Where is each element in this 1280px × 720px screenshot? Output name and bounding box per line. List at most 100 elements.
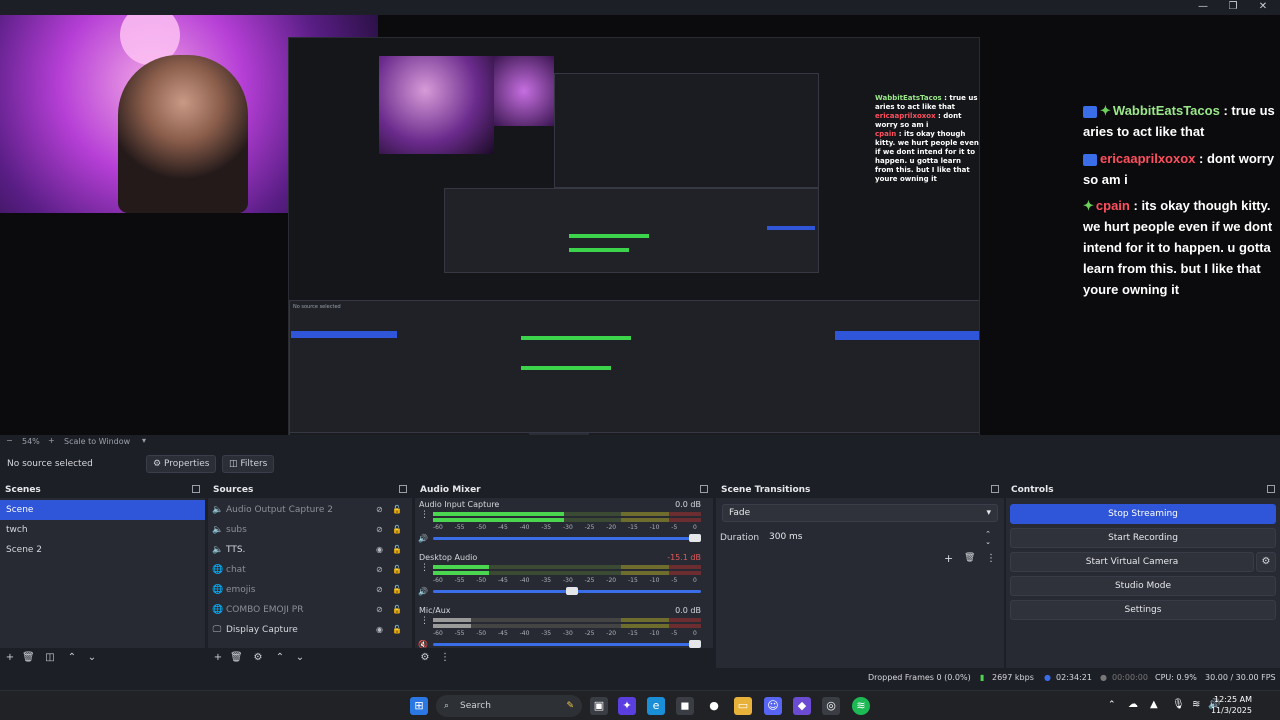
task-view-icon[interactable]: ▣ xyxy=(590,697,608,715)
scene-item[interactable]: twch xyxy=(0,520,205,540)
speaker-icon[interactable]: 🔊 xyxy=(418,534,428,543)
source-item[interactable]: 🔈 TTS. ◉ 🔓 xyxy=(208,540,412,560)
volume-knob[interactable] xyxy=(689,640,701,648)
start-recording-button[interactable]: Start Recording xyxy=(1010,528,1276,548)
app-icon[interactable]: ● xyxy=(705,697,723,715)
source-item[interactable]: 🔈 Audio Output Capture 2 ⊘ 🔓 xyxy=(208,500,412,520)
zoom-in-button[interactable]: + xyxy=(48,436,55,445)
source-item[interactable]: 🌐 emojis ⊘ 🔓 xyxy=(208,580,412,600)
obs-icon[interactable]: ◎ xyxy=(822,697,840,715)
advanced-audio-icon[interactable]: ⚙ xyxy=(419,652,431,664)
tray-app-icon[interactable]: ▲ xyxy=(1150,699,1158,710)
remove-source-icon[interactable]: 🗑 xyxy=(230,652,243,664)
eye-icon[interactable]: ◉ xyxy=(376,545,386,555)
close-button[interactable]: ✕ xyxy=(1248,0,1278,15)
minimize-button[interactable]: — xyxy=(1188,0,1218,15)
remove-scene-icon[interactable]: 🗑 xyxy=(22,652,35,664)
volume-slider[interactable] xyxy=(433,534,701,542)
gear-icon: ⚙ xyxy=(153,459,162,469)
wifi-icon[interactable]: ≋ xyxy=(1192,699,1200,710)
eye-hidden-icon[interactable]: ⊘ xyxy=(376,585,386,595)
edge-icon[interactable]: e xyxy=(647,697,665,715)
start-icon[interactable]: ⊞ xyxy=(410,697,428,715)
add-source-icon[interactable]: + xyxy=(212,652,224,664)
volume-slider[interactable] xyxy=(433,587,701,595)
mixer-menu-icon[interactable]: ⋮ xyxy=(439,652,451,664)
source-item[interactable]: 🌐 chat ⊘ 🔓 xyxy=(208,560,412,580)
move-up-icon[interactable]: ⌃ xyxy=(274,652,286,664)
tick-label: -10 xyxy=(649,577,660,584)
popout-icon[interactable] xyxy=(991,485,999,493)
tick-label: -25 xyxy=(584,577,595,584)
filters-button[interactable]: ◫ Filters xyxy=(222,455,275,473)
lock-icon[interactable]: 🔓 xyxy=(392,505,402,515)
taskbar-search[interactable]: ⌕ Search ✎ xyxy=(436,695,582,717)
eye-hidden-icon[interactable]: ⊘ xyxy=(376,505,386,515)
copilot-icon[interactable]: ✦ xyxy=(618,697,636,715)
tray-chevron-icon[interactable]: ⌃ xyxy=(1108,700,1116,710)
channel-menu-icon[interactable]: ⋮ xyxy=(420,563,429,573)
clock[interactable]: 12:25 AM 11/3/2025 xyxy=(1202,694,1252,716)
scene-item[interactable]: Scene 2 xyxy=(0,540,205,560)
move-up-icon[interactable]: ⌃ xyxy=(66,652,78,664)
discord-icon[interactable]: ☺ xyxy=(764,697,782,715)
source-properties-icon[interactable]: ⚙ xyxy=(252,652,264,664)
lock-icon[interactable]: 🔓 xyxy=(392,525,402,535)
volume-slider[interactable] xyxy=(433,640,701,648)
duration-input[interactable]: 300 ms ⌃ ⌄ xyxy=(762,528,998,546)
speaker-icon[interactable]: 🔊 xyxy=(418,587,428,596)
properties-button[interactable]: ⚙ Properties xyxy=(146,455,217,473)
spotify-icon[interactable]: ≋ xyxy=(852,697,870,715)
source-item[interactable]: 🔈 subs ⊘ 🔓 xyxy=(208,520,412,540)
popout-icon[interactable] xyxy=(700,485,708,493)
start-virtual-camera-button[interactable]: Start Virtual Camera xyxy=(1010,552,1254,572)
zoom-out-button[interactable]: − xyxy=(6,436,13,445)
tick-label: -50 xyxy=(476,524,487,531)
studio-mode-button[interactable]: Studio Mode xyxy=(1010,576,1276,596)
mic-icon[interactable]: 🎙 xyxy=(1172,699,1185,710)
popout-icon[interactable] xyxy=(1267,485,1275,493)
preview-canvas[interactable]: No source selected WabbitEatsTacos : tru… xyxy=(0,15,1280,445)
signal-icon: ▮ xyxy=(980,673,985,682)
settings-button[interactable]: Settings xyxy=(1010,600,1276,620)
volume-knob[interactable] xyxy=(565,587,578,595)
maximize-button[interactable]: ❐ xyxy=(1218,0,1248,15)
stop-streaming-button[interactable]: Stop Streaming xyxy=(1010,504,1276,524)
scene-item[interactable]: Scene xyxy=(0,500,205,520)
spin-down-icon[interactable]: ⌄ xyxy=(985,534,991,550)
virtual-camera-settings-icon[interactable]: ⚙ xyxy=(1256,552,1276,572)
move-down-icon[interactable]: ⌄ xyxy=(86,652,98,664)
source-item[interactable]: 🌐 COMBO EMOJI PR ⊘ 🔓 xyxy=(208,600,412,620)
transition-select[interactable]: Fade ▾ xyxy=(722,504,998,522)
popout-icon[interactable] xyxy=(192,485,200,493)
tick-label: -40 xyxy=(519,630,530,637)
lock-icon[interactable]: 🔓 xyxy=(392,585,402,595)
lock-icon[interactable]: 🔓 xyxy=(392,625,402,635)
filter-scene-icon[interactable]: ◫ xyxy=(44,652,56,664)
eye-hidden-icon[interactable]: ⊘ xyxy=(376,565,386,575)
app2-icon[interactable]: ◆ xyxy=(793,697,811,715)
scale-mode-select[interactable]: Scale to Window xyxy=(64,437,130,446)
volume-knob[interactable] xyxy=(689,534,701,542)
lock-icon[interactable]: 🔓 xyxy=(392,565,402,575)
source-item[interactable]: 🖵 Display Capture ◉ 🔓 xyxy=(208,620,412,640)
channel-menu-icon[interactable]: ⋮ xyxy=(420,510,429,520)
popout-icon[interactable] xyxy=(399,485,407,493)
transition-menu-icon[interactable]: ⋮ xyxy=(986,553,996,564)
add-scene-icon[interactable]: + xyxy=(4,652,16,664)
monitor-icon: 🖵 xyxy=(212,625,222,635)
lock-icon[interactable]: 🔓 xyxy=(392,605,402,615)
cloud-icon[interactable]: ☁ xyxy=(1128,699,1138,710)
file-explorer-icon[interactable]: ▭ xyxy=(734,697,752,715)
eye-hidden-icon[interactable]: ⊘ xyxy=(376,525,386,535)
add-transition-icon[interactable]: + xyxy=(944,552,953,565)
eye-icon[interactable]: ◉ xyxy=(376,625,386,635)
eye-hidden-icon[interactable]: ⊘ xyxy=(376,605,386,615)
remove-transition-icon[interactable]: 🗑 xyxy=(964,553,975,563)
audio-mixer-title: Audio Mixer xyxy=(415,482,713,498)
lock-icon[interactable]: 🔓 xyxy=(392,545,402,555)
scale-dropdown-icon[interactable]: ▾ xyxy=(142,436,146,445)
store-icon[interactable]: ◼ xyxy=(676,697,694,715)
move-down-icon[interactable]: ⌄ xyxy=(294,652,306,664)
channel-menu-icon[interactable]: ⋮ xyxy=(420,616,429,626)
